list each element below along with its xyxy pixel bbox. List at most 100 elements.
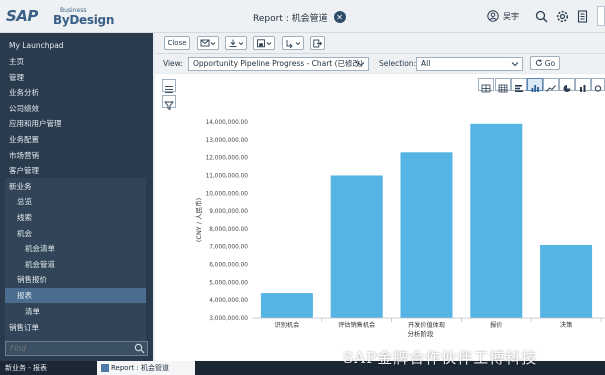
x-tick-label: 识别机会 [275, 321, 300, 329]
gear-icon[interactable] [556, 10, 569, 23]
download-button[interactable] [225, 36, 247, 50]
sidebar-item-opportunity-pipeline[interactable]: 机会管道 [0, 257, 153, 272]
table-icon [481, 84, 491, 93]
y-tick-label: 3,000,000.00 [209, 316, 248, 322]
taskbar-tab-label: Report : 机会管道 [111, 364, 170, 372]
y-tick-label: 9,000,000.00 [209, 209, 248, 215]
y-tick-label: 14,000,000.00 [206, 120, 249, 126]
user-icon [487, 10, 499, 22]
refresh-icon [535, 59, 542, 66]
chart-bar[interactable] [330, 175, 383, 318]
find-box [5, 341, 148, 356]
logo-bydesign-text: ByDesign [53, 13, 115, 27]
sidebar-item-leads[interactable]: 线索 [0, 210, 153, 225]
chart-type-hbar-button[interactable] [511, 78, 527, 92]
sidebar-item-opportunities[interactable]: 机会 [0, 226, 153, 241]
x-tick-label: 评估销售机会 [338, 321, 375, 329]
sidebar-item-management[interactable]: 管理 [0, 70, 153, 85]
view-label: View: [163, 59, 183, 68]
chart-type-line-button[interactable] [543, 78, 559, 92]
y-tick-label: 7,000,000.00 [209, 245, 248, 251]
chart-settings-button[interactable] [591, 78, 605, 92]
grid-icon [498, 84, 508, 93]
sap-bydesign-logo[interactable]: SAP Business ByDesign [6, 7, 118, 27]
line-chart-icon [546, 85, 556, 92]
chart-bar[interactable] [260, 293, 313, 318]
navigate-button[interactable] [282, 36, 304, 50]
search-icon[interactable] [535, 10, 548, 23]
y-tick-label: 10,000,000.00 [206, 191, 249, 197]
x-tick-label: 开发价值体现 [408, 321, 445, 329]
go-button[interactable]: Go [530, 56, 560, 70]
y-tick-label: 11,000,000.00 [206, 173, 249, 179]
chart-type-table-button[interactable] [478, 78, 494, 93]
download-icon [229, 39, 244, 47]
sidebar-item-customer-management[interactable]: 客户管理 [0, 163, 153, 178]
row-settings-button[interactable] [162, 79, 176, 93]
find-search-icon[interactable] [134, 343, 145, 354]
logo-sap-text: SAP [6, 7, 38, 25]
chart-type-stacked-button[interactable] [575, 78, 591, 92]
document-icon[interactable] [576, 10, 589, 23]
user-menu[interactable]: 吴宇 [487, 10, 519, 22]
chevron-down-icon [357, 62, 365, 67]
x-axis-label: 分析阶段 [408, 329, 435, 338]
page-title: Report : 机会管道 [253, 13, 328, 24]
close-button[interactable]: Close [164, 36, 190, 50]
taskbar-breadcrumb[interactable]: 新业务 - 报表 [5, 363, 47, 373]
view-dropdown-value: Opportunity Pipeline Progress - Chart (已… [193, 59, 363, 68]
sidebar-item-my-launchpad[interactable]: My Launchpad [0, 38, 153, 53]
chart-type-pie-button[interactable] [559, 78, 575, 92]
chevron-down-icon [511, 62, 519, 67]
close-report-icon[interactable]: ✕ [333, 11, 346, 23]
chart-type-column-button[interactable] [527, 78, 543, 92]
save-icon [257, 38, 272, 47]
export-icon [313, 39, 322, 47]
go-label: Go [544, 58, 556, 68]
y-axis-label: (CNY / 人民币) [195, 198, 203, 242]
app-window: SAP Business ByDesign Report : 机会管道 ✕ 吴宇 [0, 0, 605, 375]
x-tick-label: 报价 [490, 321, 502, 329]
y-tick-label: 6,000,000.00 [209, 263, 248, 269]
chart-bar[interactable] [540, 244, 593, 318]
sidebar-item-sales-orders[interactable]: 销售订单 [0, 320, 153, 335]
save-view-button[interactable] [253, 36, 275, 50]
sidebar-item-business-analytics[interactable]: 业务分析 [0, 85, 153, 100]
sidebar-item-reports[interactable]: 报表 [5, 288, 146, 303]
view-dropdown[interactable]: Opportunity Pipeline Progress - Chart (已… [188, 57, 369, 71]
find-input[interactable] [6, 342, 131, 355]
sidebar-item-opportunity-list[interactable]: 机会清单 [0, 241, 153, 256]
navigation-sidebar: My Launchpad 主页 管理 业务分析 公司绩效 应用和用户管理 业务配… [0, 33, 153, 361]
settings-icon [594, 85, 602, 92]
stacked-chart-icon [580, 85, 586, 92]
chart-bar[interactable] [400, 152, 453, 318]
sidebar-item-overview[interactable]: 总览 [0, 194, 153, 209]
user-name: 吴宇 [503, 11, 519, 21]
pie-chart-icon [563, 85, 571, 92]
y-tick-label: 8,000,000.00 [209, 227, 248, 233]
email-button[interactable] [197, 36, 219, 50]
chart-bar[interactable] [470, 123, 523, 318]
chart-type-grid-button[interactable] [495, 78, 511, 93]
export-button[interactable] [310, 36, 325, 50]
page-title-area: Report : 机会管道 ✕ [253, 9, 346, 25]
sidebar-item-home[interactable]: 主页 [0, 54, 153, 69]
sidebar-item-company-performance[interactable]: 公司绩效 [0, 101, 153, 116]
sidebar-item-new-business[interactable]: 新业务 [0, 179, 153, 194]
email-icon [200, 39, 216, 46]
sidebar-item-business-configuration[interactable]: 业务配置 [0, 132, 153, 147]
y-tick-label: 13,000,000.00 [206, 138, 249, 144]
opportunity-pipeline-chart: 3,000,000.00 4,000,000.00 5,000,000.00 6,00… [195, 120, 605, 338]
taskbar-tab-report[interactable]: Report : 机会管道 [97, 361, 195, 375]
redirect-icon [286, 39, 301, 48]
sidebar-item-lists[interactable]: 清单 [0, 304, 153, 319]
shell-header: SAP Business ByDesign Report : 机会管道 ✕ 吴宇 [0, 0, 605, 33]
sidebar-item-app-user-management[interactable]: 应用和用户管理 [0, 116, 153, 131]
sidebar-item-sales-quotes[interactable]: 销售报价 [0, 272, 153, 287]
selection-dropdown[interactable]: All [416, 57, 523, 71]
report-tab-icon [101, 364, 109, 372]
x-tick-label: 决策 [560, 321, 572, 329]
report-toolbar: Close [155, 33, 605, 53]
sidebar-item-marketing[interactable]: 市场营销 [0, 148, 153, 163]
overflow-edge-button[interactable] [597, 6, 605, 26]
